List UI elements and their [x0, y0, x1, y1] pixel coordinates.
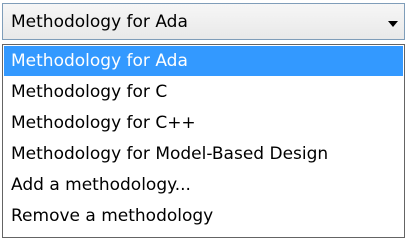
dropdown-item-remove-methodology[interactable]: Remove a methodology	[4, 201, 403, 231]
dropdown-item-methodology-c[interactable]: Methodology for C	[4, 77, 403, 107]
dropdown-item-methodology-ada[interactable]: Methodology for Ada	[4, 46, 403, 76]
methodology-combobox[interactable]: Methodology for Ada	[2, 3, 405, 40]
combo-selected-value: Methodology for Ada	[11, 12, 188, 32]
chevron-down-icon[interactable]	[388, 21, 398, 27]
dropdown-item-add-methodology[interactable]: Add a methodology...	[4, 170, 403, 200]
dropdown-item-methodology-cpp[interactable]: Methodology for C++	[4, 108, 403, 138]
dropdown-item-methodology-model-based[interactable]: Methodology for Model-Based Design	[4, 139, 403, 169]
methodology-dropdown-list: Methodology for Ada Methodology for C Me…	[2, 44, 405, 238]
